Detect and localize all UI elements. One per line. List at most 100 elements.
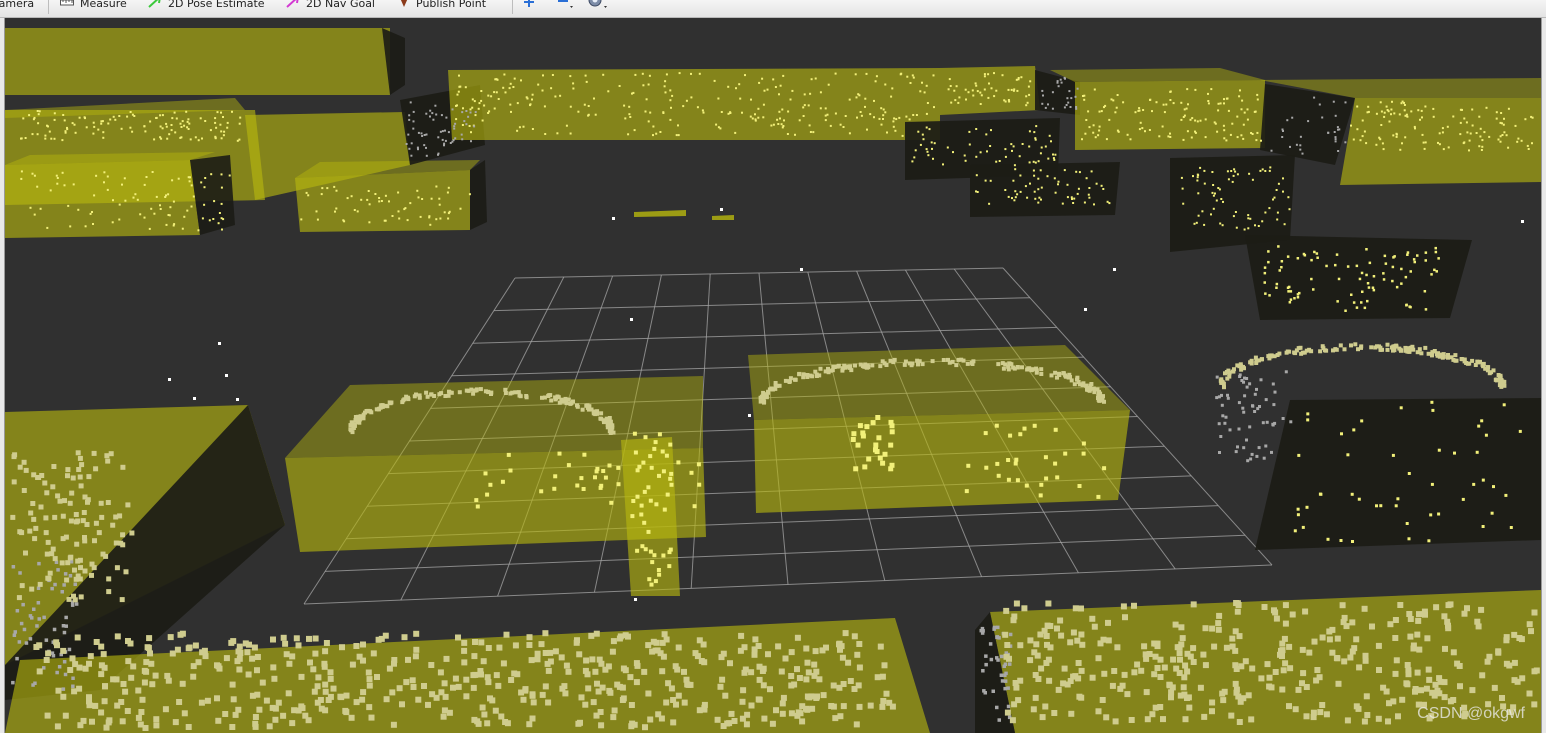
cloud-point bbox=[1517, 137, 1520, 140]
camera-type-button[interactable] bbox=[587, 0, 609, 11]
cloud-point bbox=[1089, 615, 1096, 622]
pose-estimate-tool[interactable]: 2D Pose Estimate bbox=[148, 0, 265, 11]
cloud-point bbox=[675, 134, 678, 137]
cloud-point bbox=[1200, 651, 1207, 658]
cloud-point bbox=[463, 693, 470, 700]
cloud-point bbox=[266, 723, 273, 730]
cloud-point bbox=[43, 657, 50, 663]
cloud-point bbox=[1392, 635, 1399, 641]
cloud-point bbox=[429, 223, 432, 226]
cloud-point bbox=[107, 122, 110, 125]
cloud-point bbox=[1112, 718, 1119, 725]
cloud-point bbox=[1011, 365, 1016, 370]
cloud-point bbox=[1155, 101, 1158, 104]
cloud-point bbox=[1065, 104, 1068, 106]
cloud-point bbox=[1301, 152, 1304, 155]
remove-tool-button[interactable] bbox=[556, 0, 576, 11]
cloud-point bbox=[1024, 185, 1027, 188]
cloud-point bbox=[526, 642, 533, 648]
cloud-point bbox=[1004, 155, 1007, 158]
cloud-point bbox=[312, 635, 319, 642]
cloud-point bbox=[1209, 708, 1215, 715]
cloud-point bbox=[21, 459, 27, 465]
cloud-point bbox=[1081, 138, 1083, 141]
cloud-point bbox=[990, 87, 993, 90]
cloud-point bbox=[1226, 396, 1230, 400]
cloud-point bbox=[1236, 115, 1239, 118]
cloud-point bbox=[1026, 366, 1031, 371]
cloud-point bbox=[183, 124, 186, 127]
cloud-point bbox=[829, 124, 832, 127]
cloud-point bbox=[915, 358, 920, 363]
cloud-point bbox=[858, 94, 861, 97]
cloud-point bbox=[1226, 170, 1229, 173]
3d-render-viewport[interactable]: CSDN @okgwf bbox=[5, 18, 1541, 733]
cloud-point bbox=[599, 483, 604, 488]
cloud-point bbox=[463, 676, 470, 683]
cloud-point bbox=[635, 494, 640, 499]
cloud-point bbox=[358, 416, 363, 421]
cloud-point bbox=[1248, 716, 1255, 723]
cloud-point bbox=[1241, 99, 1244, 102]
publish-point-tool[interactable]: Publish Point bbox=[398, 0, 486, 11]
cloud-point bbox=[172, 200, 175, 203]
cloud-point bbox=[1471, 124, 1474, 127]
cloud-point bbox=[909, 82, 912, 84]
cloud-point bbox=[213, 200, 216, 203]
cloud-point bbox=[1296, 507, 1300, 511]
cloud-point bbox=[204, 177, 207, 179]
cloud-point bbox=[68, 518, 74, 524]
cloud-point bbox=[23, 550, 28, 556]
cloud-point bbox=[63, 119, 66, 122]
cloud-point bbox=[1313, 250, 1316, 254]
cloud-point bbox=[493, 672, 500, 679]
cloud-point bbox=[715, 123, 718, 126]
cloud-point bbox=[1044, 106, 1047, 109]
cloud-point bbox=[1325, 264, 1328, 268]
cloud-point bbox=[867, 702, 874, 709]
add-tool-button[interactable] bbox=[522, 0, 536, 11]
cloud-point bbox=[1382, 148, 1385, 151]
cloud-point bbox=[190, 184, 193, 187]
cloud-point bbox=[428, 216, 431, 219]
cloud-point bbox=[1191, 117, 1194, 120]
cloud-point bbox=[333, 185, 336, 188]
cloud-point bbox=[1197, 192, 1200, 195]
cloud-point bbox=[1346, 265, 1350, 268]
cloud-point bbox=[176, 699, 183, 705]
camera-tool[interactable]: Camera bbox=[0, 0, 34, 11]
cloud-point bbox=[120, 681, 127, 687]
cloud-point bbox=[1039, 152, 1042, 155]
cloud-point bbox=[1437, 448, 1441, 452]
cloud-point bbox=[1121, 671, 1128, 678]
cloud-point bbox=[70, 475, 76, 481]
cloud-point bbox=[223, 130, 226, 133]
cloud-point bbox=[493, 107, 496, 110]
cloud-point bbox=[500, 479, 505, 484]
cloud-point bbox=[215, 126, 218, 129]
cloud-point bbox=[495, 682, 502, 689]
cloud-point bbox=[653, 639, 660, 646]
measure-tool[interactable]: Measure bbox=[60, 0, 127, 11]
cloud-point bbox=[503, 631, 510, 638]
cloud-point bbox=[794, 712, 801, 719]
cloud-point bbox=[435, 113, 438, 116]
cloud-point bbox=[447, 131, 450, 134]
cloud-point bbox=[1435, 270, 1438, 273]
cloud-point bbox=[702, 111, 705, 114]
cloud-point bbox=[748, 414, 751, 417]
cloud-point bbox=[1393, 657, 1400, 664]
eye-icon bbox=[587, 0, 609, 13]
cloud-point bbox=[669, 482, 674, 487]
cloud-point bbox=[582, 667, 589, 674]
cloud-point bbox=[455, 634, 461, 641]
cloud-point bbox=[399, 701, 405, 708]
nav-goal-tool[interactable]: 2D Nav Goal bbox=[286, 0, 375, 11]
box-side-face bbox=[970, 162, 1120, 217]
cloud-point bbox=[1088, 187, 1091, 189]
cloud-point bbox=[1380, 347, 1384, 352]
cloud-point bbox=[731, 718, 738, 724]
cloud-point bbox=[874, 449, 880, 454]
cloud-point bbox=[531, 128, 534, 130]
cloud-point bbox=[894, 129, 897, 132]
